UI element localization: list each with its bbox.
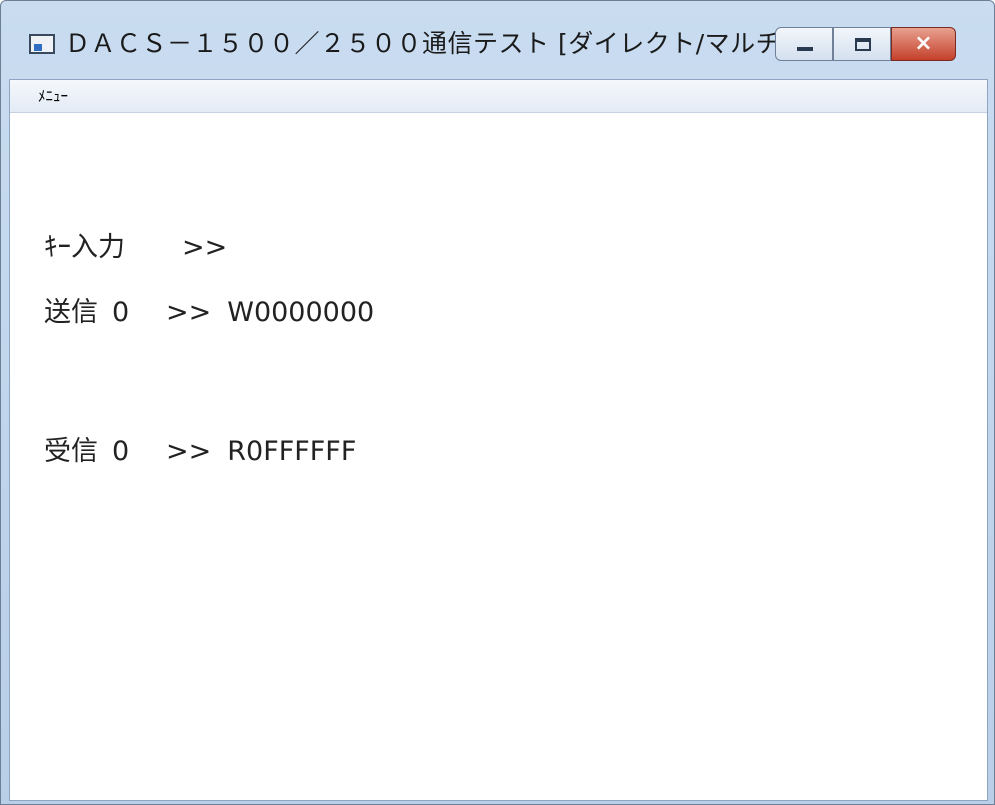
close-icon: × [914, 31, 933, 56]
maximize-icon [855, 38, 871, 51]
window-title: ＤＡＣＳ－１５００／２５００通信テスト [ダイレクト/マルチ... [65, 29, 807, 58]
key-input-label: ｷｰ入力 [44, 232, 125, 263]
send-prompt: >> [166, 297, 212, 328]
send-channel: 0 [112, 297, 130, 328]
minimize-button[interactable] [775, 27, 833, 61]
receive-prompt: >> [166, 436, 212, 467]
key-input-prompt: >> [182, 232, 228, 263]
menu-bar: ﾒﾆｭｰ [10, 80, 987, 113]
client-area: ﾒﾆｭｰ ｷｰ入力 >> 送信 0 >> W0000000 受信 0 >> R0FFFFFF [9, 79, 988, 801]
app-window-icon[interactable] [29, 34, 55, 54]
title-bar[interactable]: ＤＡＣＳ－１５００／２５００通信テスト [ダイレクト/マルチ... × [1, 1, 994, 79]
send-label: 送信 [44, 297, 98, 328]
receive-label: 受信 [44, 436, 98, 467]
caption-buttons: × [775, 27, 956, 61]
receive-value: R0FFFFFF [227, 436, 357, 467]
menu-item-menu[interactable]: ﾒﾆｭｰ [38, 86, 68, 106]
maximize-button[interactable] [833, 27, 891, 61]
console-output: ｷｰ入力 >> 送信 0 >> W0000000 受信 0 >> R0FFFFFF [10, 113, 987, 799]
key-input-line: ｷｰ入力 >> [44, 231, 243, 265]
send-line: 送信 0 >> W0000000 [44, 296, 374, 330]
send-value: W0000000 [227, 297, 375, 328]
close-button[interactable]: × [891, 27, 956, 61]
receive-channel: 0 [112, 436, 130, 467]
receive-line: 受信 0 >> R0FFFFFF [44, 435, 356, 469]
app-window: ＤＡＣＳ－１５００／２５００通信テスト [ダイレクト/マルチ... × ﾒﾆｭｰ… [0, 0, 995, 805]
minimize-icon [797, 47, 813, 51]
